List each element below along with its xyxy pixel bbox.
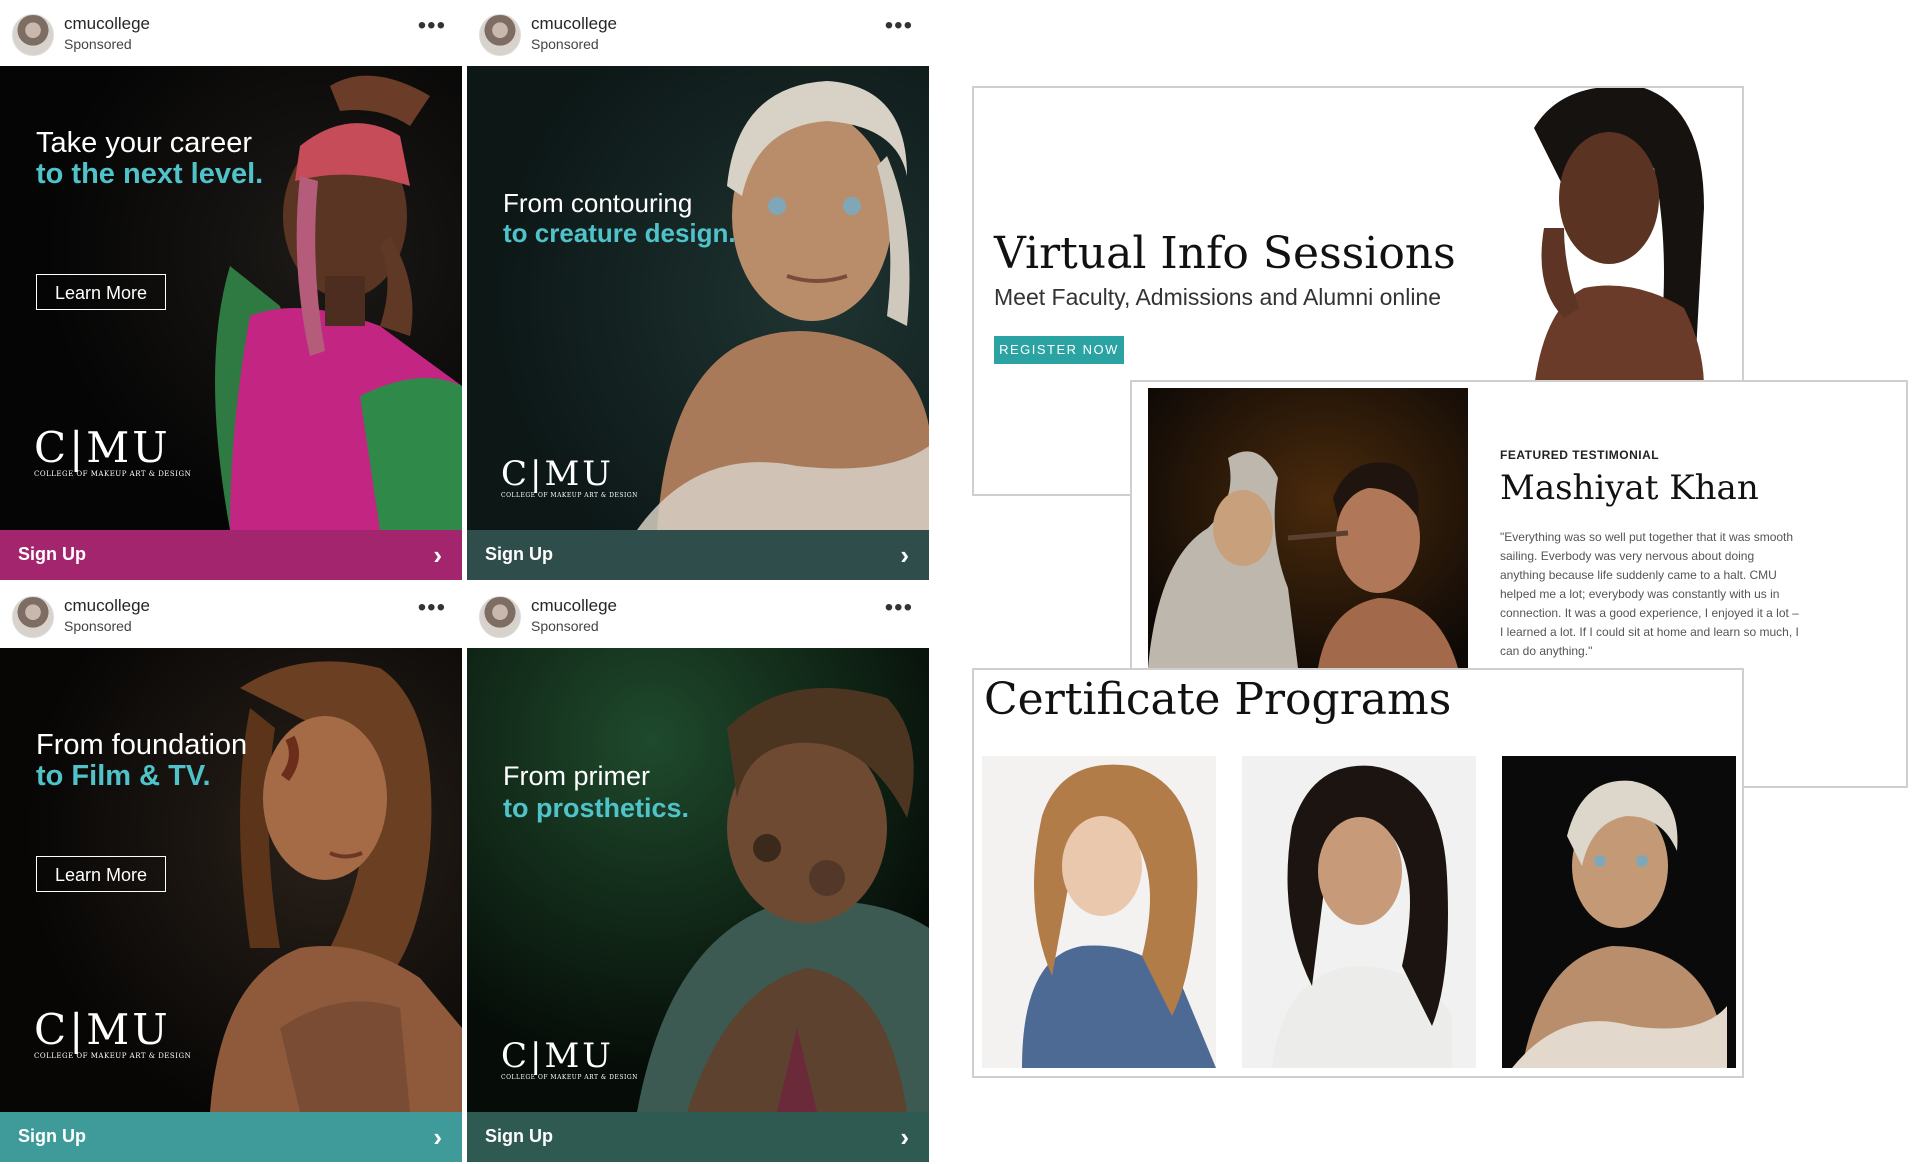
sponsored-label: Sponsored xyxy=(64,36,132,52)
logo-mark: C|MU xyxy=(501,1036,614,1076)
headline-accent: to Film & TV. xyxy=(36,760,211,792)
chevron-right-icon: › xyxy=(433,540,442,570)
sponsored-label: Sponsored xyxy=(531,36,599,52)
register-now-button[interactable]: REGISTER NOW xyxy=(994,336,1124,364)
more-options-icon[interactable]: ••• xyxy=(885,14,913,38)
headline-accent: to creature design. xyxy=(503,218,736,248)
post-header: cmucollege Sponsored ••• xyxy=(467,582,929,648)
testimonial-photo xyxy=(1148,388,1468,668)
ad-image[interactable]: Take your career to the next level. Lear… xyxy=(0,66,462,530)
testimonial-quote: "Everything was so well put together tha… xyxy=(1500,530,1799,658)
cmu-logo: C|MU COLLEGE OF MAKEUP ART & DESIGN xyxy=(34,423,192,479)
sponsored-label: Sponsored xyxy=(531,618,599,634)
ad-headline: From primer to prosthetics. xyxy=(503,760,689,824)
program-photo-1[interactable] xyxy=(982,756,1216,1068)
chevron-right-icon: › xyxy=(900,1122,909,1152)
model-photo xyxy=(1534,88,1704,388)
headline-text: From foundation xyxy=(36,729,248,761)
sign-up-label: Sign Up xyxy=(485,1126,553,1146)
logo-subtitle: COLLEGE OF MAKEUP ART & DESIGN xyxy=(34,1052,192,1060)
info-title: Virtual Info Sessions xyxy=(994,228,1456,279)
logo-subtitle: COLLEGE OF MAKEUP ART & DESIGN xyxy=(34,470,192,478)
learn-more-button[interactable]: Learn More xyxy=(36,274,166,310)
account-name[interactable]: cmucollege xyxy=(531,596,617,616)
logo-subtitle: COLLEGE OF MAKEUP ART & DESIGN xyxy=(501,1074,638,1081)
ad-image[interactable]: From foundation to Film & TV. Learn More… xyxy=(0,648,462,1112)
ad-image[interactable]: From primer to prosthetics. C|MU COLLEGE… xyxy=(467,648,929,1112)
sponsored-post-4: cmucollege Sponsored ••• From primer to … xyxy=(467,582,929,1164)
sponsored-post-3: cmucollege Sponsored ••• From foundation… xyxy=(0,582,462,1164)
headline-text: Take your career xyxy=(36,127,252,159)
post-header: cmucollege Sponsored ••• xyxy=(0,0,462,66)
account-name[interactable]: cmucollege xyxy=(64,596,150,616)
chevron-right-icon: › xyxy=(433,1122,442,1152)
info-subtitle: Meet Faculty, Admissions and Alumni onli… xyxy=(994,284,1442,310)
sign-up-label: Sign Up xyxy=(18,544,86,564)
headline-accent: to the next level. xyxy=(36,158,264,190)
cmu-logo: C|MU COLLEGE OF MAKEUP ART & DESIGN xyxy=(34,1005,192,1061)
account-name[interactable]: cmucollege xyxy=(531,14,617,34)
ad-headline: Take your career to the next level. xyxy=(36,128,263,190)
logo-mark: C|MU xyxy=(34,1005,171,1054)
post-header: cmucollege Sponsored ••• xyxy=(467,0,929,66)
logo-mark: C|MU xyxy=(34,423,171,472)
certificates-title: Certificate Programs xyxy=(984,674,1452,725)
more-options-icon[interactable]: ••• xyxy=(885,596,913,620)
certificate-programs-card: Certificate Programs xyxy=(972,668,1744,1078)
ad-image[interactable]: From contouring to creature design. C|MU… xyxy=(467,66,929,530)
sponsored-label: Sponsored xyxy=(64,618,132,634)
headline-accent: to prosthetics. xyxy=(503,793,690,823)
more-options-icon[interactable]: ••• xyxy=(418,596,446,620)
cmu-logo: C|MU COLLEGE OF MAKEUP ART & DESIGN xyxy=(501,456,638,499)
logo-subtitle: COLLEGE OF MAKEUP ART & DESIGN xyxy=(501,492,638,499)
sign-up-label: Sign Up xyxy=(485,544,553,564)
chevron-right-icon: › xyxy=(900,540,909,570)
testimonial-kicker: FEATURED TESTIMONIAL xyxy=(1500,448,1660,462)
program-photo-2[interactable] xyxy=(1242,756,1476,1068)
program-photo-3[interactable] xyxy=(1502,756,1736,1068)
sign-up-bar[interactable]: Sign Up › xyxy=(0,1112,462,1162)
avatar[interactable] xyxy=(479,596,521,638)
post-header: cmucollege Sponsored ••• xyxy=(0,582,462,648)
sign-up-bar[interactable]: Sign Up › xyxy=(467,1112,929,1162)
sign-up-label: Sign Up xyxy=(18,1126,86,1146)
logo-mark: C|MU xyxy=(501,454,614,494)
avatar[interactable] xyxy=(12,14,54,56)
ad-headline: From foundation to Film & TV. xyxy=(36,730,247,792)
sign-up-bar[interactable]: Sign Up › xyxy=(0,530,462,580)
headline-text: From contouring xyxy=(503,188,693,218)
cmu-logo: C|MU COLLEGE OF MAKEUP ART & DESIGN xyxy=(501,1038,638,1081)
avatar[interactable] xyxy=(12,596,54,638)
sponsored-post-1: cmucollege Sponsored ••• Take your caree… xyxy=(0,0,462,582)
ad-headline: From contouring to creature design. xyxy=(503,188,736,248)
account-name[interactable]: cmucollege xyxy=(64,14,150,34)
sign-up-bar[interactable]: Sign Up › xyxy=(467,530,929,580)
headline-text: From primer xyxy=(503,761,650,791)
avatar[interactable] xyxy=(479,14,521,56)
sponsored-post-2: cmucollege Sponsored ••• From contouring… xyxy=(467,0,929,582)
testimonial-name: Mashiyat Khan xyxy=(1500,468,1759,508)
more-options-icon[interactable]: ••• xyxy=(418,14,446,38)
learn-more-button[interactable]: Learn More xyxy=(36,856,166,892)
